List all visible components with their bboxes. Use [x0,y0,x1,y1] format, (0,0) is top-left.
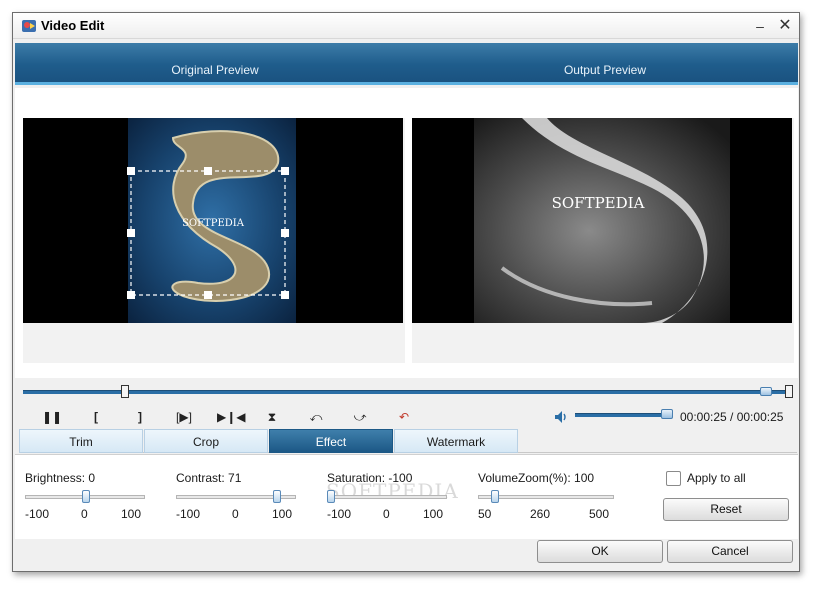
tick-label: 0 [232,507,239,521]
tab-crop[interactable]: Crop [144,429,268,453]
set-end-icon[interactable]: ] [129,407,151,427]
saturation-track[interactable] [327,495,447,499]
apply-to-all-checkbox[interactable] [666,471,681,486]
original-video-frame: SOFTPEDIA [127,118,296,323]
window-title: Video Edit [41,18,105,33]
app-icon [22,20,36,32]
time-display: 00:00:25 / 00:00:25 [680,410,784,424]
preview-header: Original Preview Output Preview [15,43,798,85]
tab-effect[interactable]: Effect [269,429,393,453]
brightness-slider-group: Brightness: 0 -100 0 100 [25,469,155,529]
original-preview-pane: SOFTPEDIA [23,118,405,363]
tick-label: 500 [589,507,610,521]
output-preview-label: Output Preview [563,63,647,77]
preview-area: SOFTPEDIA SOFTPEDIA [15,88,798,378]
output-video: SOFTPEDIA [412,118,792,323]
speaker-icon[interactable] [553,409,569,425]
flip-vertical-icon[interactable]: ⧗ [261,407,283,427]
timeline-track [23,390,785,394]
tick-label: 0 [81,507,88,521]
tick-label: 0 [383,507,390,521]
cancel-button[interactable]: Cancel [667,540,793,563]
timeline-slider[interactable] [23,385,793,399]
brightness-knob[interactable] [82,490,90,503]
volume-zoom-knob[interactable] [491,490,499,503]
tick-label: 100 [423,507,444,521]
original-preview-label: Original Preview [171,63,259,77]
skip-icon[interactable]: ▶❙◀ [217,407,246,427]
contrast-slider-group: Contrast: 71 -100 0 100 [176,469,306,529]
reset-button[interactable]: Reset [663,498,789,521]
set-start-icon[interactable]: [ [85,407,107,427]
video-edit-window: Video Edit – ✕ Original Preview Output P… [12,12,800,572]
tick-label: 100 [272,507,293,521]
title-bar[interactable]: Video Edit – ✕ [13,13,799,39]
output-video-frame: SOFTPEDIA [474,118,730,323]
playback-controls: ❚❚ [ ] [▶] ▶❙◀ ⧗ ⤺ ⤻ ↶ 00:00:25 / 00:00:… [23,405,793,429]
contrast-knob[interactable] [273,490,281,503]
play-segment-icon[interactable]: [▶] [173,407,195,427]
trim-start-marker[interactable] [121,385,129,398]
tick-label: 260 [530,507,551,521]
timeline-position-knob[interactable] [760,387,772,396]
output-preview-pane: SOFTPEDIA [412,118,794,363]
effect-settings-panel: SOFTPEDIA Brightness: 0 -100 0 100 Contr… [15,454,798,539]
contrast-label: Contrast: 71 [176,471,242,485]
volume-zoom-slider-group: VolumeZoom(%): 100 50 260 500 [478,469,628,529]
saturation-knob[interactable] [327,490,335,503]
rotate-left-icon[interactable]: ⤺ [305,407,327,427]
pause-icon[interactable]: ❚❚ [41,407,63,427]
brightness-label: Brightness: 0 [25,471,96,485]
apply-to-all-label: Apply to all [687,471,746,485]
tick-label: -100 [25,507,50,521]
edit-tabs: Trim Crop Effect Watermark [19,429,797,453]
trim-end-marker[interactable] [785,385,793,398]
close-icon[interactable]: ✕ [776,17,794,35]
tick-label: 50 [478,507,492,521]
tick-label: -100 [176,507,201,521]
volume-zoom-label: VolumeZoom(%): 100 [478,471,595,485]
saturation-label: Saturation: -100 [327,471,413,485]
minimize-icon[interactable]: – [751,17,769,35]
ok-button[interactable]: OK [537,540,663,563]
softpedia-logo-text: SOFTPEDIA [182,218,245,229]
saturation-slider-group: Saturation: -100 -100 0 100 [327,469,457,529]
original-video: SOFTPEDIA [23,118,403,323]
rotate-right-icon[interactable]: ⤻ [349,407,371,427]
volume-slider-track[interactable] [575,413,671,417]
tab-watermark[interactable]: Watermark [394,429,518,453]
tick-label: 100 [121,507,142,521]
softpedia-output-text: SOFTPEDIA [552,194,645,212]
undo-icon[interactable]: ↶ [393,407,415,427]
volume-slider-knob[interactable] [661,409,673,419]
tab-trim[interactable]: Trim [19,429,143,453]
tick-label: -100 [327,507,352,521]
